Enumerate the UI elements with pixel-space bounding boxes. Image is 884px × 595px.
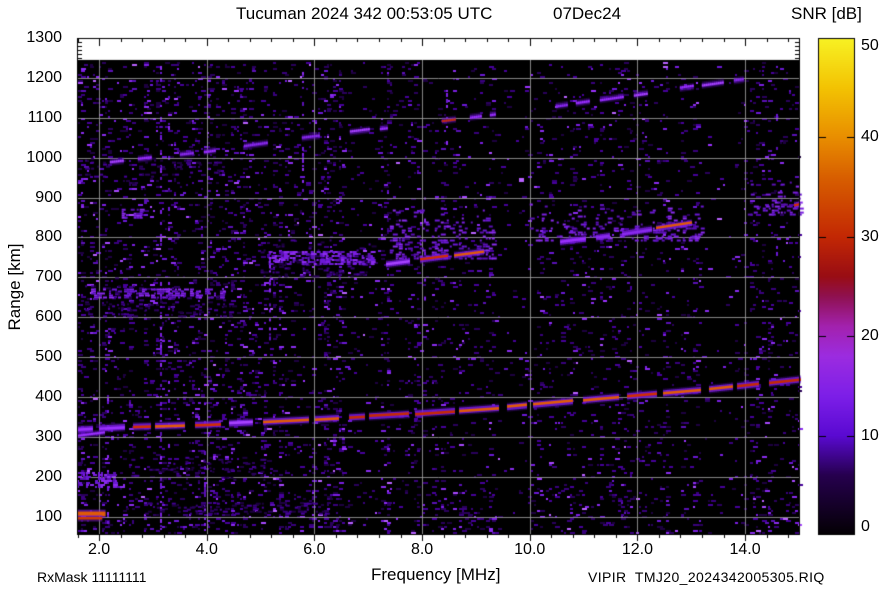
data-file-label: VIPIR TMJ20_2024342005305.RIQ: [588, 569, 825, 585]
x-axis-label: Frequency [MHz]: [371, 565, 501, 584]
y-axis-label: Range [km]: [5, 243, 24, 331]
x-tick-label: 2.0: [87, 541, 111, 558]
y-tick-label: 500: [35, 348, 62, 366]
colorbar-tick-label: 30: [861, 227, 879, 245]
ionogram-figure: Tucuman 2024 342 00:53:05 UTC 07Dec24 SN…: [0, 0, 884, 595]
y-tick-label: 1300: [26, 29, 62, 46]
x-tick-label: 4.0: [195, 541, 218, 558]
y-tick-label: 300: [35, 427, 62, 445]
colorbar-tick-label: 20: [861, 327, 879, 345]
rx-mask-label: RxMask 11111111: [37, 569, 147, 585]
colorbar-tick-label: 10: [861, 426, 879, 444]
y-tick-label: 900: [35, 188, 62, 206]
y-tick-label: 100: [35, 507, 62, 525]
x-tick-label: 10.0: [514, 541, 546, 558]
y-tick-label: 600: [35, 308, 62, 326]
colorbar-tick-label: 40: [861, 128, 879, 146]
x-tick-label: 8.0: [410, 541, 434, 558]
y-tick-label: 1000: [26, 148, 62, 166]
ionogram-heatmap-canvas: [0, 0, 884, 595]
chart-title-date: 07Dec24: [553, 4, 622, 23]
y-tick-label: 200: [35, 467, 62, 485]
colorbar-title: SNR [dB]: [791, 4, 862, 23]
x-tick-label: 6.0: [303, 541, 326, 558]
colorbar-tick-label: 0: [861, 518, 870, 535]
y-tick-label: 1100: [27, 108, 62, 126]
y-tick-label: 1200: [26, 68, 62, 86]
colorbar-tick-label: 50: [861, 37, 879, 54]
x-tick-label: 12.0: [621, 541, 653, 558]
y-tick-label: 400: [35, 387, 62, 405]
y-tick-label: 700: [35, 268, 62, 286]
y-tick-label: 800: [35, 228, 62, 246]
chart-title: Tucuman 2024 342 00:53:05 UTC: [236, 4, 493, 23]
x-tick-label: 14.0: [729, 541, 761, 558]
